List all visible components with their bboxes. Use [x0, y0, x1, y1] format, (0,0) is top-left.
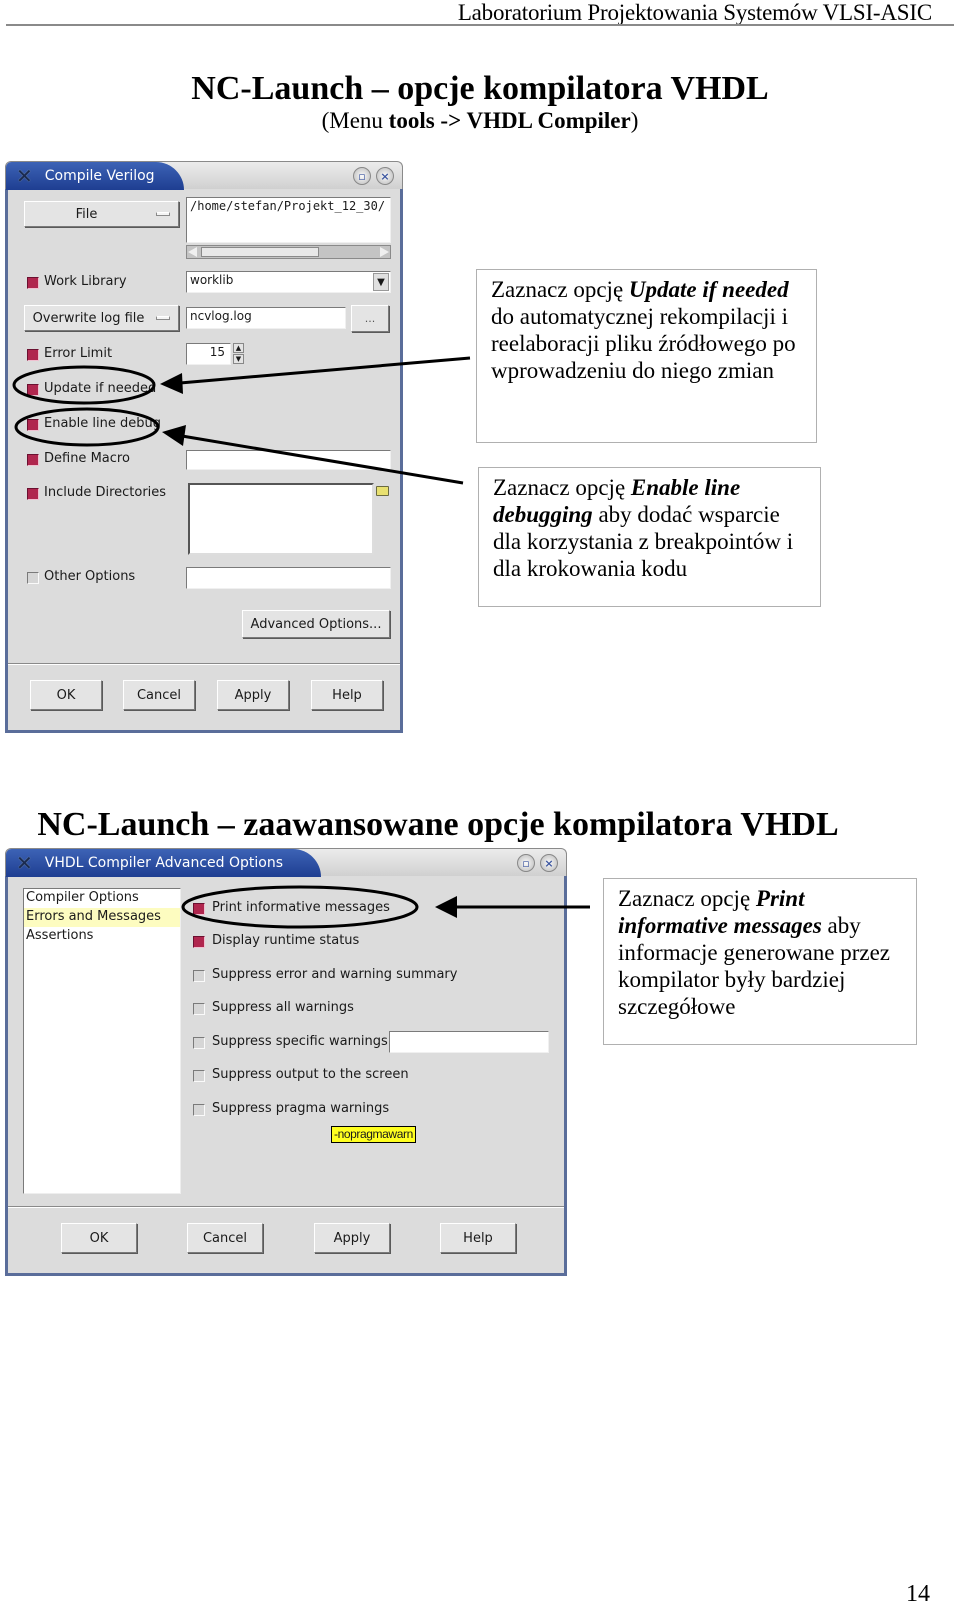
category-item[interactable]: Assertions	[24, 927, 180, 946]
error-limit-label: Error Limit	[44, 346, 113, 361]
option-menu-indicator-icon	[156, 316, 170, 320]
browse-log-button[interactable]: ...	[351, 305, 389, 332]
spin-down-icon[interactable]: ▼	[233, 354, 244, 364]
folder-icon[interactable]	[376, 486, 389, 496]
suppress-output-label: Suppress output to the screen	[212, 1067, 409, 1082]
update-if-needed-checkbox[interactable]	[27, 384, 39, 396]
option-menu-indicator-icon	[156, 212, 170, 216]
callout-enable-line-debug: Zaznacz opcję Enable line debugging aby …	[478, 467, 821, 607]
ok-button[interactable]: OK	[30, 680, 102, 710]
callout1-prefix: Zaznacz opcję	[491, 277, 629, 302]
subtitle-menu-path: tools -> VHDL Compiler	[388, 108, 631, 133]
scroll-left-arrow-icon[interactable]	[188, 247, 197, 257]
work-library-select[interactable]: worklib ▼	[186, 271, 391, 293]
print-informative-messages-label: Print informative messages	[212, 900, 390, 915]
button-bar-separator	[8, 663, 400, 665]
close-icon[interactable]: ×	[376, 167, 394, 185]
advanced-options-button[interactable]: Advanced Options...	[242, 610, 390, 638]
suppress-output-checkbox[interactable]	[193, 1070, 205, 1082]
work-library-checkbox[interactable]	[27, 277, 39, 289]
maximize-icon[interactable]: ▫	[517, 854, 535, 872]
subtitle-prefix: (Menu	[321, 108, 389, 133]
compile-verilog-window: ✕ Compile Verilog ▫ × File /home/stefan/…	[5, 161, 403, 733]
maximize-icon[interactable]: ▫	[353, 167, 371, 185]
error-limit-checkbox[interactable]	[27, 349, 39, 361]
error-limit-spinbox[interactable]: 15	[186, 343, 231, 365]
other-options-checkbox[interactable]	[27, 572, 39, 584]
subtitle-suffix: )	[630, 108, 639, 133]
category-item-selected[interactable]: Errors and Messages	[24, 908, 180, 927]
category-item[interactable]: Compiler Options	[24, 889, 180, 908]
display-runtime-status-checkbox[interactable]	[193, 936, 205, 948]
apply-button[interactable]: Apply	[314, 1223, 390, 1253]
define-macro-checkbox[interactable]	[27, 454, 39, 466]
include-directories-label: Include Directories	[44, 485, 167, 500]
page-number: 14	[906, 1581, 930, 1607]
button-bar-separator	[8, 1206, 564, 1208]
callout1-body: do automatycznej rekompilacji i reelabor…	[491, 304, 796, 383]
page-title: NC-Launch – opcje kompilatora VHDL	[191, 70, 769, 107]
scroll-right-arrow-icon[interactable]	[380, 247, 389, 257]
apply-button[interactable]: Apply	[217, 680, 289, 710]
window-title: Compile Verilog	[44, 168, 155, 184]
callout2-prefix: Zaznacz opcję	[493, 475, 631, 500]
specific-warnings-field[interactable]	[389, 1031, 549, 1053]
category-list[interactable]: Compiler Options Errors and Messages Ass…	[23, 888, 181, 1194]
other-options-label: Other Options	[44, 569, 136, 584]
log-file-field[interactable]: ncvlog.log	[186, 307, 346, 329]
include-directories-textarea[interactable]	[188, 483, 374, 555]
window-title: VHDL Compiler Advanced Options	[44, 855, 283, 871]
header-rule	[6, 24, 954, 26]
suppress-summary-checkbox[interactable]	[193, 970, 205, 982]
include-directories-checkbox[interactable]	[27, 488, 39, 500]
x11-logo-icon: ✕	[16, 164, 33, 188]
scrollbar-thumb[interactable]	[201, 247, 319, 257]
file-button-label: File	[75, 206, 98, 222]
window-title-tab[interactable]: ✕ Compile Verilog	[6, 162, 184, 190]
help-button[interactable]: Help	[311, 680, 383, 710]
vhdl-advanced-options-window: ✕ VHDL Compiler Advanced Options ▫ × Com…	[5, 848, 567, 1276]
x11-logo-icon: ✕	[16, 851, 33, 875]
enable-line-debug-label: Enable line debug	[44, 416, 161, 431]
running-head: Laboratorium Projektowania Systemów VLSI…	[457, 0, 932, 25]
section-title-advanced: NC-Launch – zaawansowane opcje kompilato…	[37, 806, 839, 843]
window-titlebar[interactable]: ✕ VHDL Compiler Advanced Options ▫ ×	[5, 848, 567, 877]
option-tooltip: -nopragmawarn	[331, 1126, 416, 1143]
callout3-prefix: Zaznacz opcję	[618, 886, 756, 911]
file-menu-button[interactable]: File	[24, 201, 179, 227]
file-path-field[interactable]: /home/stefan/Projekt_12_30/	[186, 197, 391, 243]
cancel-button[interactable]: Cancel	[123, 680, 195, 710]
ok-button[interactable]: OK	[61, 1223, 137, 1253]
callout-update-if-needed: Zaznacz opcję Update if needed do automa…	[476, 269, 817, 443]
suppress-pragma-warnings-label: Suppress pragma warnings	[212, 1101, 390, 1116]
cancel-button[interactable]: Cancel	[187, 1223, 263, 1253]
log-mode-label: Overwrite log file	[32, 310, 145, 326]
window-titlebar[interactable]: ✕ Compile Verilog ▫ ×	[5, 161, 403, 190]
print-informative-messages-checkbox[interactable]	[193, 903, 205, 915]
close-icon[interactable]: ×	[540, 854, 558, 872]
work-library-value: worklib	[190, 273, 234, 287]
display-runtime-status-label: Display runtime status	[212, 933, 360, 948]
suppress-pragma-warnings-checkbox[interactable]	[193, 1104, 205, 1116]
enable-line-debug-checkbox[interactable]	[27, 419, 39, 431]
spin-up-icon[interactable]: ▲	[233, 343, 244, 353]
work-library-label: Work Library	[44, 274, 127, 289]
dropdown-arrow-icon[interactable]: ▼	[373, 273, 389, 291]
help-button[interactable]: Help	[440, 1223, 516, 1253]
define-macro-label: Define Macro	[44, 451, 130, 466]
define-macro-field[interactable]	[186, 450, 391, 470]
update-if-needed-label: Update if needed	[44, 381, 157, 396]
suppress-specific-warnings-checkbox[interactable]	[193, 1037, 205, 1049]
log-mode-menu-button[interactable]: Overwrite log file	[24, 305, 179, 331]
window-title-tab[interactable]: ✕ VHDL Compiler Advanced Options	[6, 849, 321, 877]
horizontal-scrollbar[interactable]	[186, 245, 391, 259]
suppress-specific-warnings-label: Suppress specific warnings	[212, 1034, 388, 1049]
page-subtitle: (Menu tools -> VHDL Compiler)	[0, 108, 960, 134]
callout-print-informative-messages: Zaznacz opcję Print informative messages…	[603, 878, 917, 1045]
suppress-summary-label: Suppress error and warning summary	[212, 967, 458, 982]
suppress-all-warnings-label: Suppress all warnings	[212, 1000, 354, 1015]
other-options-field[interactable]	[186, 567, 391, 589]
suppress-all-warnings-checkbox[interactable]	[193, 1003, 205, 1015]
callout1-emphasis: Update if needed	[628, 277, 789, 302]
